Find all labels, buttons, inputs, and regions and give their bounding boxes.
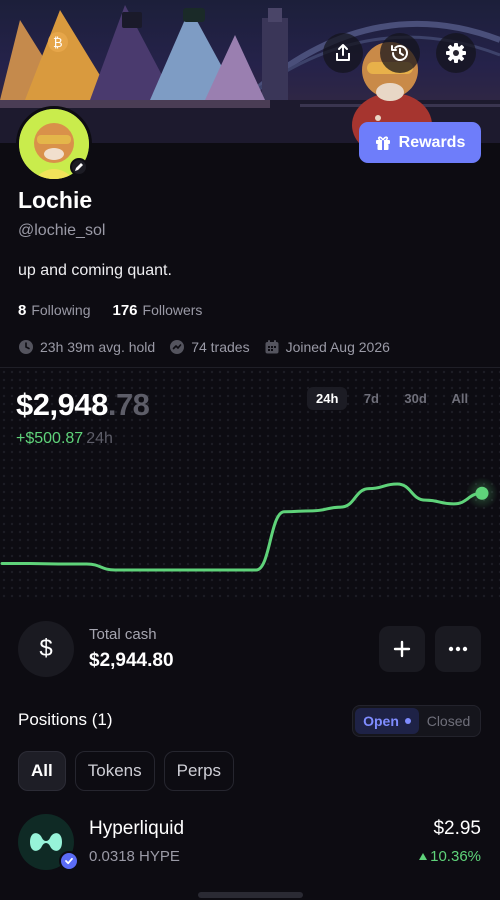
time-range-selector: 24h 7d 30d All [307,387,478,410]
settings-button[interactable] [436,33,476,73]
followers-link[interactable]: 176 Followers [112,302,202,319]
joined-stat: Joined Aug 2026 [264,339,390,355]
dollar-icon: $ [18,621,74,677]
cash-symbol: $ [39,635,53,662]
home-indicator [198,892,303,898]
triangle-up-icon [419,853,428,860]
avg-hold-stat: 23h 39m avg. hold [18,339,155,355]
filter-chip-tokens[interactable]: Tokens [74,751,155,791]
gear-icon [446,43,466,63]
positions-title: Positions (1) [18,710,113,729]
range-tab-all[interactable]: All [442,387,478,410]
trades-stat: 74 trades [169,339,250,355]
profile-name: Lochie [18,187,93,213]
clock-icon [19,340,33,354]
svg-text:₿: ₿ [53,36,63,51]
portfolio-change-period: 24h [86,430,113,447]
pencil-icon [75,163,83,171]
add-funds-button[interactable] [379,626,425,672]
hyperliquid-icon [30,833,62,851]
portfolio-value-whole: $2,948 [16,387,108,422]
rewards-label: Rewards [398,133,466,151]
open-closed-toggle: Open Closed [352,705,481,737]
position-filters: All Tokens Perps [18,751,235,791]
verified-badge-icon [59,851,79,871]
portfolio-value-cents: .78 [107,387,150,422]
followers-label: Followers [142,302,203,318]
edit-avatar-button[interactable] [70,158,88,176]
ellipsis-icon [448,646,468,652]
portfolio-line [0,482,484,572]
range-tab-24h[interactable]: 24h [307,387,348,410]
open-tab[interactable]: Open [355,708,419,734]
portfolio-chart[interactable] [0,460,500,590]
position-change-percent: 10.36% [430,848,481,865]
portfolio-change-amount: +$500.87 [16,430,84,447]
plus-icon [393,640,411,658]
filter-chip-perps[interactable]: Perps [163,751,235,791]
history-icon [391,45,408,61]
position-quantity: 0.0318 HYPE [89,848,180,865]
profile-bio: up and coming quant. [18,262,172,279]
portfolio-value: $2,948.78 [16,387,150,423]
trader-stats: 23h 39m avg. hold 74 trades Joined Aug 2… [18,339,404,355]
calendar-icon [265,340,279,354]
trades-icon [170,340,185,354]
range-tab-7d[interactable]: 7d [353,387,389,410]
cash-value: $2,944.80 [89,650,174,671]
share-button[interactable] [323,33,363,73]
following-link[interactable]: 8 Following [18,302,90,319]
position-change: 10.36% [419,848,481,865]
avg-hold-text: 23h 39m avg. hold [40,339,156,355]
position-value: $2.95 [433,818,481,839]
position-name[interactable]: Hyperliquid [89,818,184,840]
following-count: 8 [18,302,27,319]
checkmark-icon [65,857,73,865]
following-label: Following [31,302,91,318]
current-point [475,486,489,500]
share-icon [336,44,350,61]
open-tab-label: Open [363,713,399,729]
filter-chip-all[interactable]: All [18,751,66,791]
gift-icon [375,135,390,150]
profile-handle: @lochie_sol [18,222,106,239]
open-dot [404,718,411,724]
follow-stats: 8 Following 176 Followers [18,302,202,319]
rewards-button[interactable]: Rewards [359,122,481,163]
followers-count: 176 [112,302,138,319]
portfolio-change: +$500.87 24h [16,430,113,448]
range-tab-30d[interactable]: 30d [395,387,435,410]
cash-label: Total cash [89,626,157,643]
joined-text: Joined Aug 2026 [285,339,390,355]
more-options-button[interactable] [435,626,481,672]
trades-text: 74 trades [191,339,250,355]
history-button[interactable] [380,33,420,73]
closed-tab[interactable]: Closed [419,713,478,729]
